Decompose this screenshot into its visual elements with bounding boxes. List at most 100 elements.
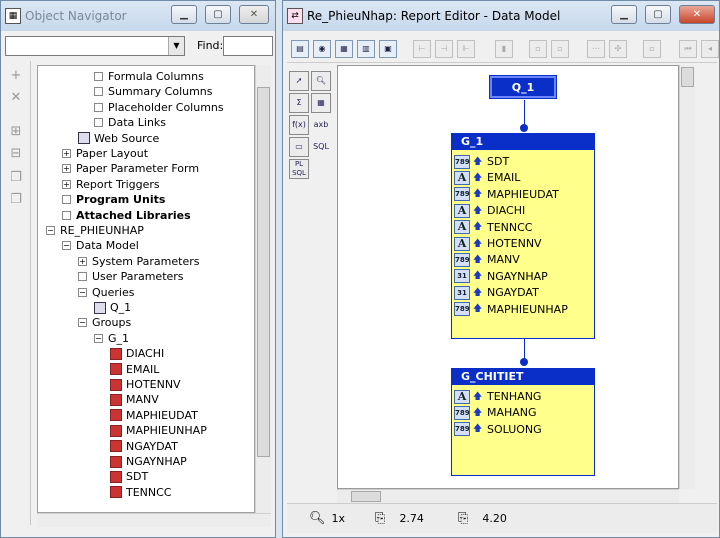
- navigator-tree[interactable]: Formula Columns Summary Columns Placeholde…: [37, 65, 255, 513]
- tree-node[interactable]: Web Source: [78, 131, 159, 146]
- navigator-vscroll-thumb[interactable]: [257, 87, 270, 457]
- editor-hscroll-thumb[interactable]: [351, 491, 381, 502]
- maximize-button[interactable]: ▢: [205, 5, 231, 24]
- group-column[interactable]: 789 🡅 MANV: [454, 252, 520, 267]
- editor-titlebar[interactable]: ⇄ Re_PhieuNhap: Report Editor - Data Mod…: [283, 1, 719, 31]
- tree-node[interactable]: − Queries: [78, 285, 134, 300]
- distribute-icon[interactable]: ⋯: [587, 40, 605, 58]
- navigator-vscrollbar[interactable]: [255, 65, 271, 513]
- create-icon[interactable]: ❐: [9, 171, 23, 185]
- group-column[interactable]: A 🡅 DIACHI: [454, 203, 525, 218]
- group-g-chitiet[interactable]: G_CHITIET A 🡅 TENHANG 789 🡅 MAHANG 789 🡅 SOLUONG: [451, 368, 595, 476]
- group-column[interactable]: 789 🡅 MAPHIEUNHAP: [454, 302, 568, 317]
- align-center-icon[interactable]: ⊣: [435, 40, 453, 58]
- navigator-hscrollbar[interactable]: [37, 513, 271, 527]
- tree-node[interactable]: − G_1: [94, 331, 129, 346]
- select-tool-icon[interactable]: ➚: [289, 71, 309, 91]
- tree-node[interactable]: User Parameters: [78, 269, 184, 284]
- align-left-icon[interactable]: ⊢: [413, 40, 431, 58]
- find-input[interactable]: [223, 36, 273, 56]
- tree-node[interactable]: MAPHIEUDAT: [110, 408, 198, 423]
- group-column[interactable]: 789 🡅 SDT: [454, 154, 509, 169]
- close-button[interactable]: ✕: [239, 5, 269, 24]
- tree-node[interactable]: NGAYDAT: [110, 439, 178, 454]
- tree-node[interactable]: + Paper Layout: [62, 146, 148, 161]
- group-column[interactable]: A 🡅 TENHANG: [454, 389, 541, 404]
- tree-node[interactable]: − RE_PHIEUNHAP: [46, 223, 144, 238]
- tree-node[interactable]: MAPHIEUNHAP: [110, 423, 207, 438]
- group-g1[interactable]: G_1 789 🡅 SDT A 🡅 EMAIL 789 🡅 MAPHIEUDAT A 🡅 DIACHI…: [451, 133, 595, 339]
- expand-node-icon[interactable]: +: [62, 164, 71, 174]
- tree-node[interactable]: + System Parameters: [78, 254, 199, 269]
- delete-icon[interactable]: ❐: [9, 193, 23, 207]
- bring-front-icon[interactable]: ▮: [495, 40, 513, 58]
- expand-all-icon[interactable]: ⊞: [9, 125, 23, 139]
- group-column[interactable]: 31 🡅 NGAYNHAP: [454, 269, 548, 284]
- tree-node[interactable]: TENNCC: [110, 485, 172, 500]
- placeholder-tool-icon[interactable]: ▭: [289, 137, 309, 157]
- group-column[interactable]: A 🡅 EMAIL: [454, 170, 520, 185]
- tree-node[interactable]: EMAIL: [110, 362, 159, 377]
- summary-column-tool-icon[interactable]: Σ: [289, 93, 309, 113]
- collapse-icon[interactable]: ✕: [9, 91, 23, 105]
- expand-icon[interactable]: +: [9, 69, 23, 83]
- collapse-node-icon[interactable]: −: [78, 318, 87, 328]
- plsql-tool-icon[interactable]: PL SQL: [289, 159, 309, 179]
- group-column[interactable]: 789 🡅 MAHANG: [454, 405, 537, 420]
- first-page-icon[interactable]: ⏮: [679, 40, 697, 58]
- tree-node[interactable]: MANV: [110, 392, 159, 407]
- collapse-all-icon[interactable]: ⊟: [9, 147, 23, 161]
- cross-product-tool-icon[interactable]: axb: [311, 115, 331, 135]
- web-source-view-icon[interactable]: ◉: [313, 40, 331, 58]
- expand-node-icon[interactable]: +: [62, 179, 71, 189]
- expand-node-icon[interactable]: +: [62, 149, 71, 158]
- tree-node[interactable]: Formula Columns: [94, 69, 204, 84]
- magnify-tool-icon[interactable]: 🔍︎: [311, 71, 331, 91]
- sql-query-tool-icon[interactable]: SQL: [311, 137, 331, 157]
- tree-node[interactable]: DIACHI: [110, 346, 164, 361]
- paper-layout-view-icon[interactable]: ▦: [335, 40, 353, 58]
- tree-node[interactable]: HOTENNV: [110, 377, 181, 392]
- query-q1[interactable]: Q_1: [490, 76, 556, 98]
- tree-node[interactable]: + Paper Parameter Form: [62, 161, 199, 176]
- data-link-tool-icon[interactable]: ▦: [311, 93, 331, 113]
- navigator-combo[interactable]: ▼: [5, 36, 185, 56]
- resize-icon[interactable]: ✣: [609, 40, 627, 58]
- tree-node[interactable]: Program Units: [62, 192, 165, 207]
- navigator-titlebar[interactable]: ▦ Object Navigator ▁ ▢ ✕: [1, 1, 275, 31]
- tree-node[interactable]: Placeholder Columns: [94, 100, 224, 115]
- group-column[interactable]: 31 🡅 NGAYDAT: [454, 285, 539, 300]
- tree-node[interactable]: − Data Model: [62, 238, 139, 253]
- align-right-icon[interactable]: ⊩: [457, 40, 475, 58]
- collapse-node-icon[interactable]: −: [46, 226, 55, 235]
- group-column[interactable]: A 🡅 TENNCC: [454, 220, 533, 235]
- chevron-down-icon[interactable]: ▼: [168, 37, 184, 55]
- collapse-node-icon[interactable]: −: [94, 333, 103, 343]
- editor-vscroll-thumb[interactable]: [681, 67, 694, 87]
- paper-design-view-icon[interactable]: ▥: [357, 40, 375, 58]
- group-icon[interactable]: ▫: [529, 40, 547, 58]
- tree-node[interactable]: + Report Triggers: [62, 177, 160, 192]
- tree-node[interactable]: Q_1: [94, 300, 131, 315]
- prev-page-icon[interactable]: ◂: [701, 40, 719, 58]
- group-column[interactable]: 789 🡅 SOLUONG: [454, 422, 542, 437]
- editor-close-button[interactable]: ✕: [679, 5, 715, 24]
- editor-hscrollbar[interactable]: [337, 489, 679, 503]
- collapse-node-icon[interactable]: −: [78, 287, 87, 297]
- tree-node[interactable]: − Groups: [78, 315, 131, 330]
- group-column[interactable]: A 🡅 HOTENNV: [454, 236, 542, 251]
- snap-icon[interactable]: ▫: [643, 40, 661, 58]
- tree-node[interactable]: NGAYNHAP: [110, 454, 187, 469]
- expand-node-icon[interactable]: +: [78, 256, 87, 266]
- data-model-canvas[interactable]: Q_1 G_1 789 🡅 SDT A 🡅 EMAIL 789 🡅 MAPHIEUDAT A 🡅 DI…: [337, 65, 679, 489]
- tree-node[interactable]: Attached Libraries: [62, 208, 191, 223]
- tree-node[interactable]: Summary Columns: [94, 84, 213, 99]
- collapse-node-icon[interactable]: −: [62, 241, 71, 251]
- editor-minimize-button[interactable]: ▁: [611, 5, 637, 24]
- ungroup-icon[interactable]: ▫: [551, 40, 569, 58]
- editor-maximize-button[interactable]: ▢: [645, 5, 671, 24]
- minimize-button[interactable]: ▁: [171, 5, 197, 24]
- editor-vscrollbar[interactable]: [679, 65, 695, 489]
- formula-column-tool-icon[interactable]: f(x): [289, 115, 309, 135]
- parameter-form-view-icon[interactable]: ▣: [379, 40, 397, 58]
